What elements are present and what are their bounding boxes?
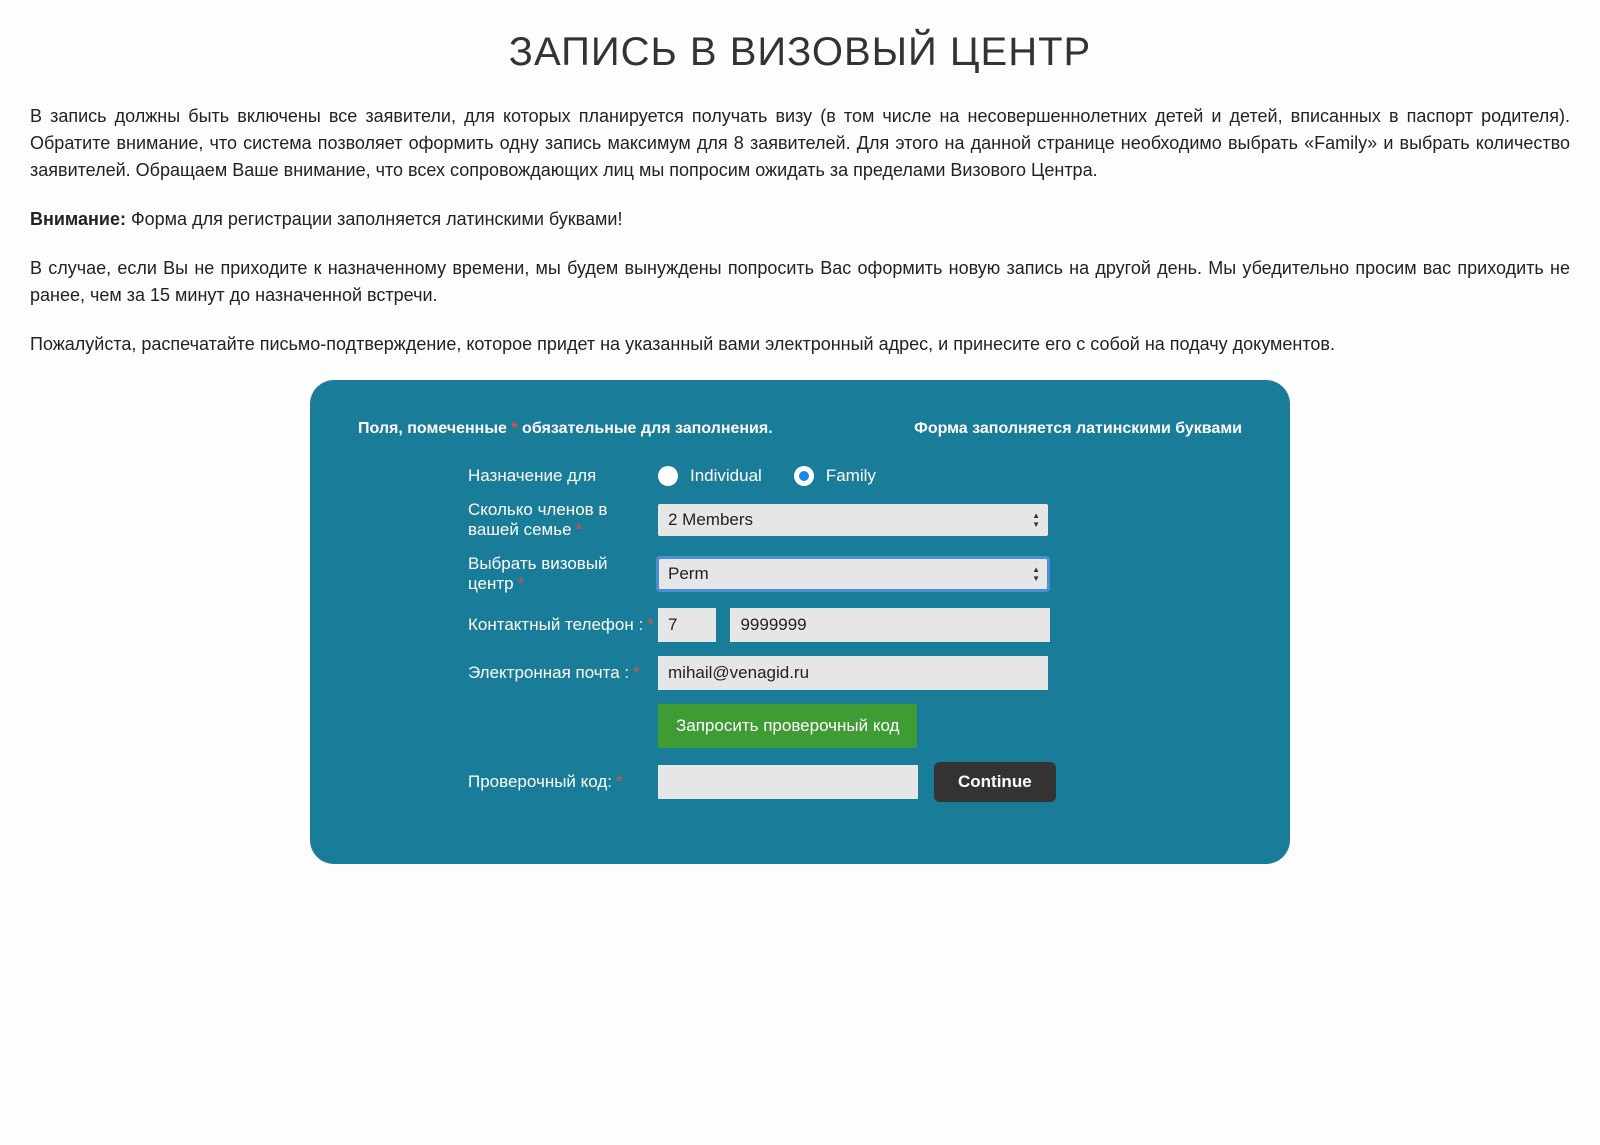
- intro-paragraph-1: В запись должны быть включены все заявит…: [30, 103, 1570, 184]
- row-email: Электронная почта :*: [358, 656, 1242, 690]
- intro-paragraph-2: Внимание: Форма для регистрации заполняе…: [30, 206, 1570, 233]
- required-marker: *: [518, 574, 525, 593]
- attention-text: Форма для регистрации заполняется латинс…: [126, 209, 623, 229]
- row-visa-center: Выбрать визовый центр* Perm ▲▼: [358, 554, 1242, 594]
- phone-country-code-input[interactable]: [658, 608, 716, 642]
- radio-family[interactable]: [794, 466, 814, 486]
- intro-block: В запись должны быть включены все заявит…: [30, 103, 1570, 358]
- intro-paragraph-3: В случае, если Вы не приходите к назначе…: [30, 255, 1570, 309]
- required-marker: *: [647, 615, 654, 634]
- required-marker: *: [576, 520, 583, 539]
- label-family-members-text: Сколько членов в вашей семье: [468, 500, 607, 539]
- label-appointment-for: Назначение для: [358, 466, 658, 486]
- appointment-form-panel: Поля, помеченные * обязательные для запо…: [310, 380, 1290, 864]
- label-visa-center-text: Выбрать визовый центр: [468, 554, 608, 593]
- phone-number-input[interactable]: [730, 608, 1050, 642]
- label-visa-center: Выбрать визовый центр*: [358, 554, 658, 594]
- required-marker: *: [616, 772, 623, 791]
- appointment-type-radio-group: Individual Family: [658, 466, 1242, 486]
- radio-family-label[interactable]: Family: [826, 466, 876, 486]
- verification-code-input[interactable]: [658, 765, 918, 799]
- chevron-updown-icon: ▲▼: [1032, 511, 1040, 529]
- family-members-value: 2 Members: [668, 510, 753, 530]
- email-input[interactable]: [658, 656, 1048, 690]
- label-verify-code: Проверочный код:*: [358, 772, 658, 792]
- required-marker: *: [633, 663, 640, 682]
- page-title: ЗАПИСЬ В ВИЗОВЫЙ ЦЕНТР: [30, 30, 1570, 75]
- label-phone: Контактный телефон :*: [358, 615, 658, 635]
- request-code-button[interactable]: Запросить проверочный код: [658, 704, 917, 748]
- radio-individual-label[interactable]: Individual: [690, 466, 762, 486]
- chevron-updown-icon: ▲▼: [1032, 565, 1040, 583]
- row-request-code: Запросить проверочный код: [358, 704, 1242, 748]
- family-members-select[interactable]: 2 Members ▲▼: [658, 504, 1048, 536]
- label-family-members: Сколько членов в вашей семье*: [358, 500, 658, 540]
- required-note-post: обязательные для заполнения.: [518, 420, 773, 437]
- form-header: Поля, помеченные * обязательные для запо…: [358, 420, 1242, 438]
- row-appointment-for: Назначение для Individual Family: [358, 466, 1242, 486]
- label-email: Электронная почта :*: [358, 663, 658, 683]
- radio-dot-icon: [799, 471, 809, 481]
- label-email-text: Электронная почта :: [468, 663, 629, 682]
- label-verify-code-text: Проверочный код:: [468, 772, 612, 791]
- continue-button[interactable]: Continue: [934, 762, 1056, 802]
- row-phone: Контактный телефон :*: [358, 608, 1242, 642]
- visa-center-select[interactable]: Perm ▲▼: [658, 558, 1048, 590]
- required-note: Поля, помеченные * обязательные для запо…: [358, 420, 773, 438]
- label-phone-text: Контактный телефон :: [468, 615, 643, 634]
- intro-paragraph-4: Пожалуйста, распечатайте письмо-подтверж…: [30, 331, 1570, 358]
- visa-center-value: Perm: [668, 564, 709, 584]
- latin-note: Форма заполняется латинскими буквами: [914, 420, 1242, 438]
- row-verify-code: Проверочный код:* Continue: [358, 762, 1242, 802]
- attention-label: Внимание:: [30, 209, 126, 229]
- required-note-pre: Поля, помеченные: [358, 420, 511, 437]
- row-family-members: Сколько членов в вашей семье* 2 Members …: [358, 500, 1242, 540]
- radio-individual[interactable]: [658, 466, 678, 486]
